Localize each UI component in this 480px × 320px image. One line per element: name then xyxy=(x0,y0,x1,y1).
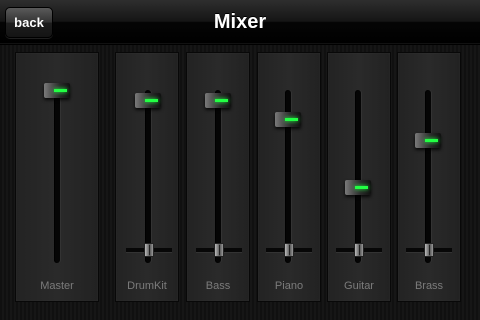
level-led-icon xyxy=(285,118,298,122)
channel-strip-piano: Piano xyxy=(257,52,321,302)
fader-track[interactable] xyxy=(425,90,431,263)
channel-strip-brass: Brass xyxy=(397,52,461,302)
channel-strip-master: Master xyxy=(15,52,99,302)
pan-knob[interactable] xyxy=(144,243,154,257)
channel-label: Master xyxy=(40,280,74,292)
fader-track[interactable] xyxy=(145,90,151,263)
fader-track[interactable] xyxy=(355,90,361,263)
channel-strip-drumkit: DrumKit xyxy=(115,52,179,302)
volume-fader-knob[interactable] xyxy=(275,112,301,128)
fader-track[interactable] xyxy=(215,90,221,263)
pan-knob[interactable] xyxy=(214,243,224,257)
volume-fader-knob[interactable] xyxy=(205,93,231,109)
level-led-icon xyxy=(425,139,438,143)
level-led-icon xyxy=(145,99,158,103)
fader-track[interactable] xyxy=(54,90,60,263)
pan-knob[interactable] xyxy=(354,243,364,257)
channel-strip-bass: Bass xyxy=(186,52,250,302)
volume-fader-knob[interactable] xyxy=(415,133,441,149)
channel-label: Piano xyxy=(274,280,304,292)
page-title: Mixer xyxy=(213,11,267,33)
pan-knob[interactable] xyxy=(284,243,294,257)
volume-fader-knob[interactable] xyxy=(345,179,371,195)
volume-fader-knob[interactable] xyxy=(135,93,161,109)
channel-label: DrumKit xyxy=(127,280,167,292)
volume-fader-knob[interactable] xyxy=(44,83,70,98)
channel-strip-guitar: Guitar xyxy=(327,52,391,302)
pan-knob[interactable] xyxy=(424,243,434,257)
back-button[interactable]: back xyxy=(5,7,53,38)
level-led-icon xyxy=(54,89,67,92)
channel-label: Guitar xyxy=(344,280,374,292)
navigation-bar: Mixer back xyxy=(0,0,480,44)
channel-label: Brass xyxy=(414,280,444,292)
level-led-icon xyxy=(355,185,368,189)
level-led-icon xyxy=(215,99,228,103)
channel-label: Bass xyxy=(205,280,231,292)
